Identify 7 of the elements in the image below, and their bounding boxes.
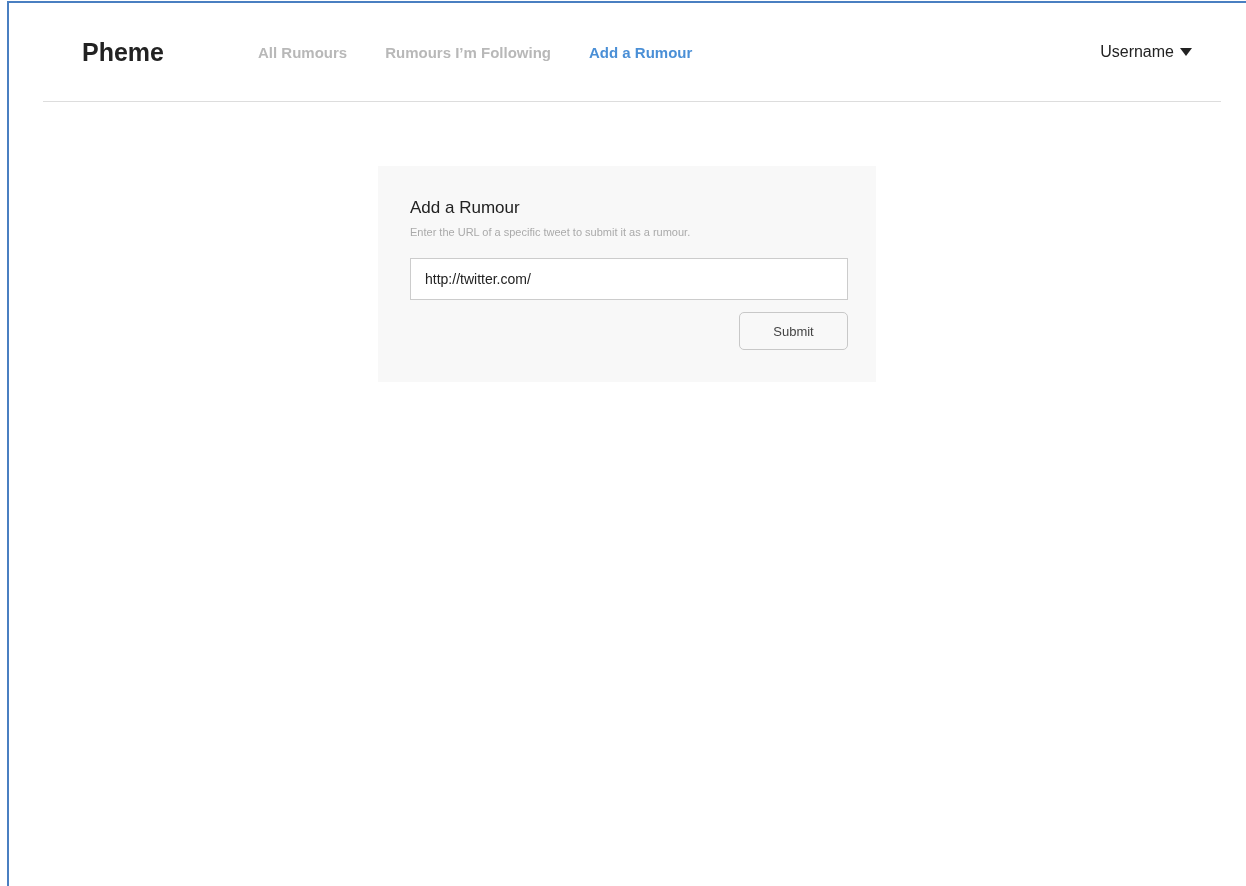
submit-button[interactable]: Submit (739, 312, 848, 350)
url-field[interactable]: http://twitter.com/ (410, 258, 848, 300)
form-hint: Enter the URL of a specific tweet to submit it as a rumour. (410, 226, 692, 238)
brand-logo: Pheme (82, 37, 165, 67)
caret-icon (1180, 48, 1192, 56)
user-menu[interactable]: Username (1100, 43, 1192, 61)
form-title: Add a Rumour (410, 198, 521, 218)
